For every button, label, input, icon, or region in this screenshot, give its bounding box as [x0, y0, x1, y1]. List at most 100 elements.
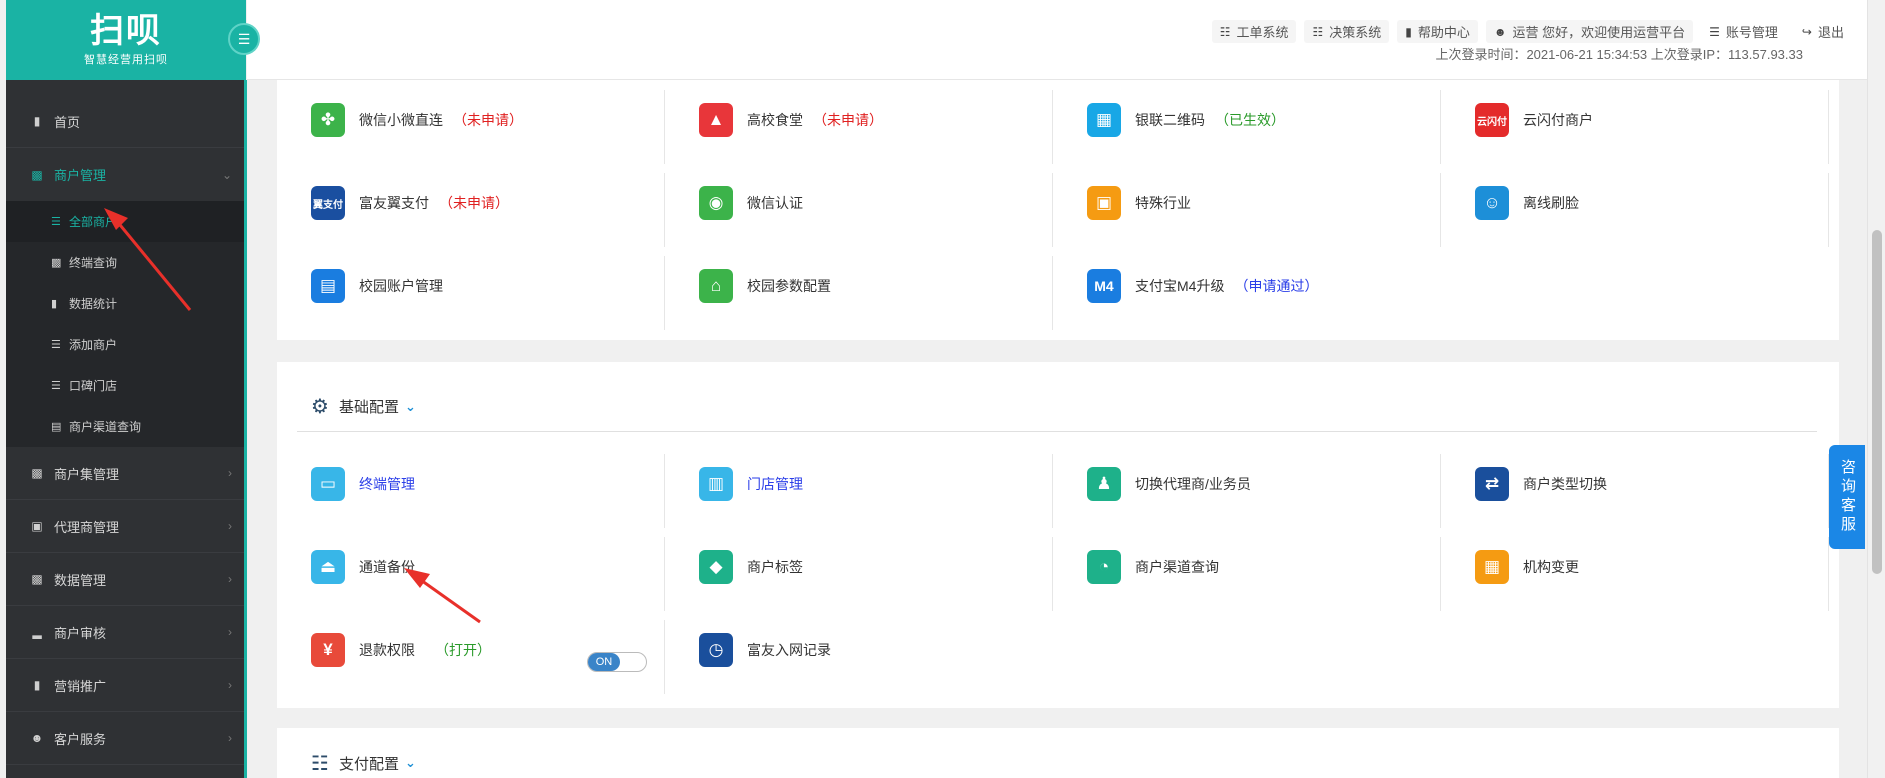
sidebar-item-agent-management[interactable]: ▣ 代理商管理 › — [6, 500, 246, 553]
cell-label: 机构变更 — [1523, 559, 1579, 575]
basic-config-card: ⚙ 基础配置 ⌄ ▭ 终端管理 ▥ 门店管理 ♟ 切换代理商/业务员 ⇄ 商户类… — [277, 362, 1839, 708]
sidebar-toggle-button[interactable]: ☰ — [228, 23, 260, 55]
decision-system-link[interactable]: ☷ 决策系统 — [1304, 20, 1390, 43]
submenu-item-terminal-query[interactable]: ▩ 终端查询 — [6, 242, 246, 283]
consult-service-tab[interactable]: 咨询客服 — [1829, 445, 1865, 549]
cell-label: 商户标签 — [747, 559, 803, 575]
ticket-system-link[interactable]: ☷ 工单系统 — [1211, 20, 1297, 43]
face-icon: ☺ — [1475, 186, 1509, 220]
cell-label: 富友入网记录 — [747, 642, 831, 658]
section-title: 支付配置 — [338, 755, 399, 773]
link-label: 工单系统 — [1236, 25, 1289, 40]
logout-link[interactable]: ↪ 退出 — [1794, 20, 1852, 43]
grid-cell-wechat-micro[interactable]: ✤ 微信小微直连 （未申请） — [277, 80, 665, 164]
store-icon: ▥ — [699, 467, 733, 501]
link-label: 账号管理 — [1725, 25, 1778, 40]
grid-cell-alipay-m4[interactable]: M4 支付宝M4升级 （申请通过） — [1053, 246, 1441, 326]
cell-label: 通道备份 — [359, 559, 415, 575]
grid-cell-campus-params[interactable]: ⌂ 校园参数配置 — [665, 246, 1053, 330]
link-label: 决策系统 — [1329, 25, 1382, 40]
grid-cell-merchant-tags[interactable]: ◆ 商户标签 — [665, 527, 1053, 611]
divider — [1828, 173, 1829, 247]
grid-cell-campus-canteen[interactable]: ▲ 高校食堂 （未申请） — [665, 80, 1053, 164]
help-center-link[interactable]: ▮ 帮助中心 — [1397, 20, 1478, 43]
logout-icon: ↪ — [1801, 24, 1812, 39]
link-label: 退出 — [1817, 25, 1844, 40]
scroll-thumb[interactable] — [1872, 230, 1882, 574]
submenu-item-label: 全部商户 — [69, 215, 118, 229]
sidebar-item-marketing[interactable]: ▮ 营销推广 › — [6, 659, 246, 712]
payment-config-card: ☷ 支付配置 ⌄ — [277, 728, 1839, 778]
gear-icon: ⚙ — [311, 396, 329, 418]
submenu-item-koubei-stores[interactable]: ☰ 口碑门店 — [6, 365, 246, 406]
sidebar-item-home[interactable]: ▮ 首页 — [6, 95, 246, 148]
scrollbar[interactable] — [1867, 0, 1885, 778]
person-icon: ♟ — [1087, 467, 1121, 501]
status-text: （已生效） — [1215, 112, 1285, 128]
grid-cell-unionpay-qr[interactable]: ▦ 银联二维码 （已生效） — [1053, 80, 1441, 164]
document-icon: ☷ — [1219, 24, 1231, 39]
drive-icon: ⏏ — [311, 550, 345, 584]
cell-label: 云闪付商户 — [1523, 112, 1593, 128]
user-icon: ☻ — [1493, 24, 1507, 39]
cell-label: 银联二维码 — [1135, 112, 1205, 128]
bookmark-icon: ▮ — [33, 678, 41, 692]
list-icon: ☰ — [51, 380, 61, 392]
signal-icon: ▂ — [32, 625, 42, 639]
grid-cell-terminal-management[interactable]: ▭ 终端管理 — [277, 444, 665, 528]
refund-toggle[interactable]: ON — [587, 652, 647, 672]
sidebar-item-customer-service[interactable]: ☻ 客户服务 › — [6, 712, 246, 765]
org-chart-icon: ▦ — [1475, 550, 1509, 584]
section-title: 基础配置 — [338, 399, 399, 416]
section-header[interactable]: ⚙ 基础配置 ⌄ — [297, 382, 1817, 432]
sidebar-item-label: 商户审核 — [54, 625, 107, 641]
grid-cell-special-industry[interactable]: ▣ 特殊行业 — [1053, 163, 1441, 247]
grid-cell-org-change[interactable]: ▦ 机构变更 — [1441, 527, 1829, 611]
account-management-link[interactable]: ☰ 账号管理 — [1701, 20, 1786, 43]
sidebar-item-merchant-review[interactable]: ▂ 商户审核 › — [6, 606, 246, 659]
id-card-icon: ▤ — [311, 269, 345, 303]
document-icon: ☷ — [1312, 24, 1324, 39]
submenu-item-add-merchant[interactable]: ☰ 添加商户 — [6, 324, 246, 365]
document-icon: ☷ — [311, 752, 329, 775]
cell-label: 微信小微直连 — [359, 112, 443, 128]
logo[interactable]: 扫呗 智慧经营用扫呗 — [6, 0, 246, 80]
grid-cell-offline-face[interactable]: ☺ 离线刷脸 — [1441, 163, 1829, 247]
store-icon: ▩ — [31, 572, 43, 586]
toggle-knob: ON — [588, 653, 620, 671]
header-links: ☷ 工单系统 ☷ 决策系统 ▮ 帮助中心 ☻ 运营 您好，欢迎使用运营平台 ☰ … — [1211, 20, 1852, 43]
cell-label[interactable]: 终端管理 — [359, 474, 415, 494]
status-text: （未申请） — [439, 195, 509, 211]
cell-label[interactable]: 门店管理 — [747, 474, 803, 494]
sidebar-item-label: 商户管理 — [54, 168, 107, 183]
grid-cell-quickpass[interactable]: 云闪付 云闪付商户 — [1441, 80, 1829, 164]
grid-cell-campus-account[interactable]: ▤ 校园账户管理 — [277, 246, 665, 330]
bookmark-icon: ▮ — [51, 298, 58, 310]
cell-label: 高校食堂 — [747, 112, 803, 128]
grid-cell-switch-agent[interactable]: ♟ 切换代理商/业务员 — [1053, 444, 1441, 528]
store-icon: ▩ — [31, 167, 43, 182]
submenu-item-data-stats[interactable]: ▮ 数据统计 — [6, 283, 246, 324]
grid-cell-fuyou-bestpay[interactable]: 翼支付 富友翼支付 （未申请） — [277, 163, 665, 247]
chevron-right-icon: › — [228, 678, 232, 692]
search-icon: ◔ — [1087, 550, 1121, 584]
sidebar-item-merchant-set[interactable]: ▩ 商户集管理 › — [6, 447, 246, 500]
user-greeting[interactable]: ☻ 运营 您好，欢迎使用运营平台 — [1485, 20, 1694, 43]
submenu-item-channel-query[interactable]: ▤ 商户渠道查询 — [6, 406, 246, 447]
status-text: （打开） — [435, 642, 491, 658]
top-header: ☷ 工单系统 ☷ 决策系统 ▮ 帮助中心 ☻ 运营 您好，欢迎使用运营平台 ☰ … — [247, 0, 1867, 80]
sidebar-item-label: 营销推广 — [54, 678, 107, 694]
tag-icon: ◆ — [699, 550, 733, 584]
grid-cell-refund-permission[interactable]: ¥ 退款权限 （打开） ON — [277, 610, 665, 694]
grid-cell-channel-query[interactable]: ◔ 商户渠道查询 — [1053, 527, 1441, 611]
submenu-item-all-merchants[interactable]: ☰ 全部商户 — [6, 201, 246, 242]
sidebar-item-data-management[interactable]: ▩ 数据管理 › — [6, 553, 246, 606]
section-header[interactable]: ☷ 支付配置 ⌄ — [297, 738, 1817, 778]
grid-cell-merchant-type-switch[interactable]: ⇄ 商户类型切换 — [1441, 444, 1829, 528]
chevron-right-icon: › — [228, 466, 232, 480]
grid-cell-store-management[interactable]: ▥ 门店管理 — [665, 444, 1053, 528]
grid-cell-channel-backup[interactable]: ⏏ 通道备份 — [277, 527, 665, 611]
sidebar-item-merchant-management[interactable]: ▩ 商户管理 ⌄ — [6, 148, 246, 201]
grid-cell-wechat-auth[interactable]: ◉ 微信认证 — [665, 163, 1053, 247]
grid-cell-fuyou-records[interactable]: ◷ 富友入网记录 — [665, 610, 1053, 690]
